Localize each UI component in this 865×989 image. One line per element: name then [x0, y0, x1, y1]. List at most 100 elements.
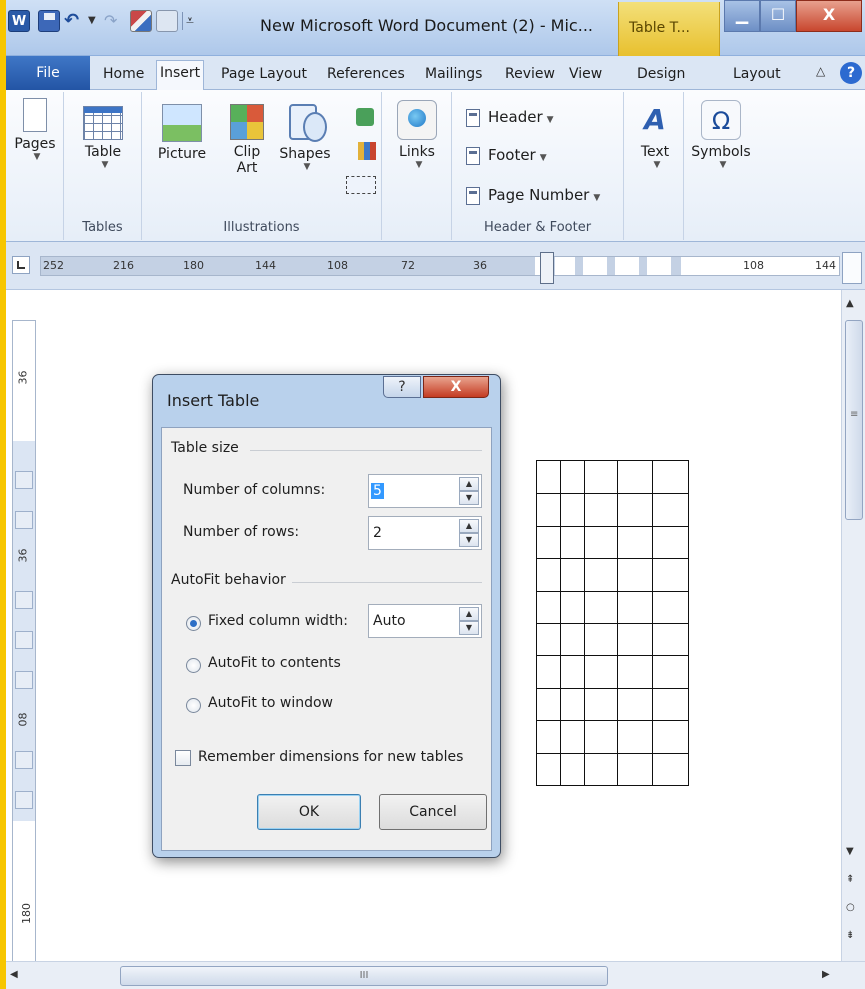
minimize-ribbon-icon[interactable]: △: [816, 64, 825, 78]
dialog-help-button[interactable]: ?: [383, 376, 421, 398]
clip-art-button[interactable]: Clip Art: [222, 104, 272, 176]
chevron-up-icon[interactable]: ▲: [459, 607, 479, 621]
links-button[interactable]: Links ▼: [392, 100, 442, 170]
tab-review[interactable]: Review: [502, 62, 558, 90]
rows-value[interactable]: 2: [373, 525, 382, 541]
chevron-up-icon[interactable]: ▲: [459, 519, 479, 533]
header-button[interactable]: Header ▼: [466, 104, 554, 130]
tab-home[interactable]: Home: [100, 62, 147, 90]
close-window-button[interactable]: X: [796, 0, 862, 32]
autofit-window-radio[interactable]: [186, 698, 201, 713]
fixed-width-radio[interactable]: [186, 616, 201, 631]
columns-stepper[interactable]: 5 ▲ ▼: [368, 474, 482, 508]
ribbon-insert: Pages ▼ Table ▼ Tables Picture Clip Art: [6, 90, 865, 242]
ok-button[interactable]: OK: [257, 794, 361, 830]
tab-selector-icon[interactable]: [12, 256, 30, 274]
chart-icon[interactable]: [358, 142, 376, 160]
scroll-right-icon[interactable]: ▶: [822, 969, 830, 980]
pages-button[interactable]: Pages ▼: [10, 98, 60, 162]
cancel-button[interactable]: Cancel: [379, 794, 487, 830]
table-preview-row-line: [537, 493, 688, 495]
tab-design[interactable]: Design: [634, 62, 688, 90]
symbols-button[interactable]: Ω Symbols ▼: [688, 100, 754, 170]
help-icon[interactable]: ?: [840, 62, 862, 84]
horizontal-scroll-thumb[interactable]: III: [120, 966, 608, 986]
title-bar: W ↶ ▼ ↷ ⩡ New Microsoft Word Document (2…: [6, 0, 865, 56]
smartart-icon[interactable]: [356, 108, 374, 126]
page-number-button[interactable]: Page Number ▼: [466, 182, 600, 208]
document-area[interactable]: 36 36 08 180 Insert Table ? X Table size…: [6, 290, 841, 962]
dialog-body: Table size Number of columns: 5 ▲ ▼ Numb…: [161, 427, 492, 851]
maximize-button[interactable]: ☐: [760, 0, 796, 32]
tab-file[interactable]: File: [6, 56, 90, 90]
context-tab-label: Table T...: [629, 20, 690, 36]
horizontal-ruler[interactable]: 252 216 180 144 108 72 36 108 144: [40, 256, 840, 276]
remember-checkbox[interactable]: [175, 750, 191, 766]
footer-button[interactable]: Footer ▼: [466, 142, 547, 168]
vertical-scrollbar[interactable]: ▲ ≡ ▼ ⇞ ○ ⇟: [841, 290, 865, 961]
ruler-label: 108: [743, 259, 764, 272]
indent-marker[interactable]: [540, 252, 554, 284]
scroll-left-icon[interactable]: ◀: [10, 969, 18, 980]
picture-label: Picture: [157, 146, 207, 162]
vertical-scroll-thumb[interactable]: ≡: [845, 320, 863, 520]
shapes-button[interactable]: Shapes ▼: [276, 100, 334, 172]
column-width-value[interactable]: Auto: [373, 613, 406, 629]
screenshot-icon[interactable]: [346, 176, 376, 194]
text-box-icon: A: [644, 103, 666, 136]
chevron-down-icon: ▼: [593, 193, 601, 203]
chevron-up-icon[interactable]: ▲: [459, 477, 479, 491]
table-preview-row-line: [537, 558, 688, 560]
close-icon: X: [822, 5, 836, 24]
table-button[interactable]: Table ▼: [78, 106, 128, 170]
select-browse-object-icon[interactable]: ○: [846, 902, 855, 913]
next-page-icon[interactable]: ⇟: [846, 930, 854, 941]
rows-stepper[interactable]: 2 ▲ ▼: [368, 516, 482, 550]
insert-table-dialog: Insert Table ? X Table size Number of co…: [152, 374, 501, 858]
undo-icon[interactable]: ↶: [64, 10, 86, 32]
print-preview-icon[interactable]: [156, 10, 178, 32]
column-width-stepper[interactable]: Auto ▲ ▼: [368, 604, 482, 638]
symbols-label: Symbols: [691, 144, 751, 160]
ruler-label: 108: [327, 259, 348, 272]
tab-mailings[interactable]: Mailings: [422, 62, 485, 90]
page-number-label: Page Number: [488, 186, 590, 204]
autofit-contents-radio[interactable]: [186, 658, 201, 673]
view-ruler-icon[interactable]: [842, 252, 862, 284]
tab-insert[interactable]: Insert: [156, 60, 205, 91]
tab-page-layout[interactable]: Page Layout: [218, 62, 310, 90]
links-label: Links: [399, 144, 435, 160]
horizontal-scrollbar[interactable]: ◀ III ▶: [6, 961, 865, 989]
chevron-down-icon[interactable]: ▼: [459, 621, 479, 635]
ribbon-tabs: File Home Insert Page Layout References …: [6, 56, 865, 91]
table-icon: [83, 106, 123, 140]
previous-page-icon[interactable]: ⇞: [846, 874, 854, 885]
dialog-close-button[interactable]: X: [423, 376, 489, 398]
tab-layout[interactable]: Layout: [730, 62, 784, 90]
customize-qat-icon[interactable]: ⩡: [186, 10, 208, 32]
chevron-down-icon[interactable]: ▼: [459, 533, 479, 547]
scroll-up-icon[interactable]: ▲: [846, 298, 854, 309]
pages-icon: [23, 98, 47, 132]
text-button[interactable]: A Text ▼: [632, 100, 678, 170]
group-symbols: Ω Symbols ▼: [684, 92, 760, 240]
word-logo-icon[interactable]: W: [8, 10, 30, 32]
section-divider: [250, 450, 482, 451]
save-icon[interactable]: [38, 10, 60, 32]
redo-icon[interactable]: ↷: [104, 10, 126, 32]
tab-view[interactable]: View: [566, 62, 605, 90]
picture-button[interactable]: Picture: [152, 104, 212, 162]
minimize-button[interactable]: ▁: [724, 0, 760, 32]
vertical-ruler[interactable]: 36 36 08 180: [12, 320, 36, 962]
tab-references[interactable]: References: [324, 62, 408, 90]
chevron-down-icon: ▼: [33, 152, 41, 162]
vruler-cell: [15, 751, 33, 769]
columns-value[interactable]: 5: [371, 483, 384, 499]
ruler-label: 180: [183, 259, 204, 272]
qat-separator: [182, 12, 183, 30]
scroll-down-icon[interactable]: ▼: [846, 846, 854, 857]
pages-label: Pages: [14, 136, 56, 152]
spelling-icon[interactable]: [130, 10, 152, 32]
chevron-down-icon[interactable]: ▼: [459, 491, 479, 505]
autofit-heading: AutoFit behavior: [171, 572, 286, 588]
